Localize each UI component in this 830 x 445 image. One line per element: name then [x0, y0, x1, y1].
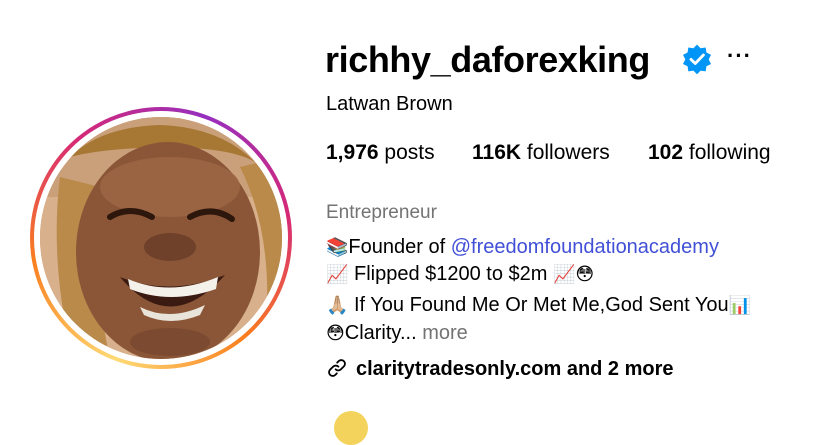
bar-chart-emoji-icon: 📊 [728, 295, 752, 316]
chart-flushed-emoji-icon: 📈😳 [553, 264, 595, 285]
story-highlight-peek[interactable] [334, 411, 368, 445]
bio-line: 😳Clarity... more [326, 320, 468, 347]
bio-line: 📈 Flipped $1200 to $2m 📈😳 [326, 261, 594, 288]
followers-count: 116K [472, 141, 522, 164]
stat-posts: 1,976 posts [326, 140, 435, 166]
profile-full-name: Latwan Brown [326, 93, 453, 115]
books-emoji-icon: 📚 [326, 237, 349, 258]
bio-more-link[interactable]: more [422, 322, 468, 344]
profile-category: Entrepreneur [326, 202, 437, 223]
bio-text: Flipped $1200 to $2m [348, 263, 554, 285]
mention-link[interactable]: @freedomfoundationacademy [451, 236, 719, 258]
avatar[interactable] [40, 117, 282, 359]
verified-badge-icon [683, 44, 711, 75]
bio-text: Clarity... [344, 322, 423, 344]
flushed-face-emoji-icon: 😳 [326, 323, 345, 344]
praying-hands-emoji-icon: 🙏🏼 [326, 295, 349, 316]
avatar-photo [40, 117, 282, 359]
posts-label: posts [378, 141, 435, 164]
bio-text: Founder of [348, 236, 451, 258]
following-label: following [683, 141, 771, 164]
external-links-text: claritytradesonly.com and 2 more [356, 358, 674, 380]
stat-following-link[interactable]: 102 following [648, 140, 771, 166]
followers-label: followers [521, 141, 610, 164]
following-count: 102 [648, 141, 684, 164]
stat-followers-link[interactable]: 116K followers [472, 140, 610, 166]
posts-count: 1,976 [326, 141, 379, 164]
more-options-button[interactable]: ··· [727, 42, 752, 70]
bio-line: 🙏🏼 If You Found Me Or Met Me,God Sent Yo… [326, 292, 751, 319]
link-icon [328, 359, 346, 377]
chart-increasing-emoji-icon: 📈 [326, 264, 349, 285]
profile-avatar-story-ring[interactable] [30, 107, 292, 369]
profile-username: richhy_daforexking [325, 39, 650, 80]
external-links-button[interactable]: claritytradesonly.com and 2 more [326, 356, 674, 382]
bio-text: If You Found Me Or Met Me,God Sent You [348, 294, 729, 316]
bio-line: 📚Founder of @freedomfoundationacademy [326, 234, 719, 261]
